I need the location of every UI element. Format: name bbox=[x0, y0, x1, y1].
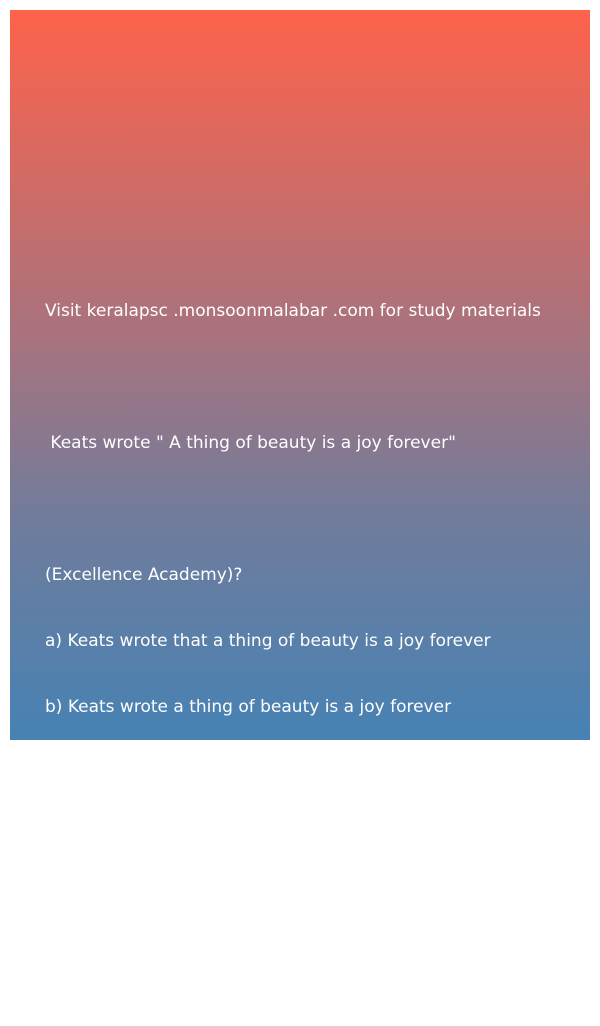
question-source: (Excellence Academy)? bbox=[45, 565, 243, 585]
question-statement: Keats wrote " A thing of beauty is a joy… bbox=[45, 433, 456, 453]
option-c: c) Keats wrote that a thing of beauty wa… bbox=[45, 763, 510, 783]
visit-line: Visit keralapsc .monsoonmalabar .com for… bbox=[45, 301, 541, 321]
option-b: b) Keats wrote a thing of beauty is a jo… bbox=[45, 697, 452, 717]
option-a: a) Keats wrote that a thing of beauty is… bbox=[45, 631, 491, 651]
option-d: d) Keats wrote a thing of beauty has a j… bbox=[45, 829, 468, 849]
question-content: Visit keralapsc .monsoonmalabar .com for… bbox=[45, 256, 585, 1026]
question-card: Visit keralapsc .monsoonmalabar .com for… bbox=[10, 10, 590, 981]
answer-line: Answer: Keats wrote that a thing of beau… bbox=[45, 961, 542, 981]
